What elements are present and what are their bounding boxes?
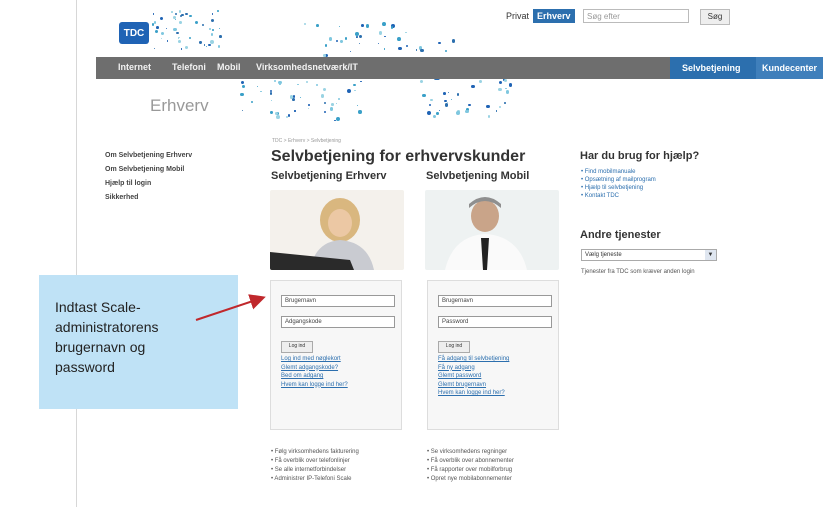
callout-arrow [195,294,266,321]
